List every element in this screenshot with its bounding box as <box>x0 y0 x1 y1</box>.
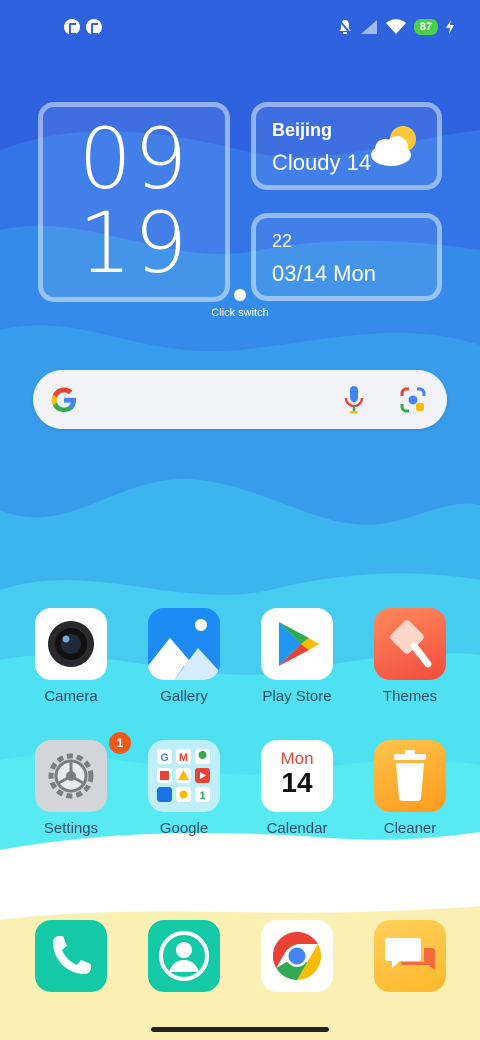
google-folder-icon: G M 1 <box>148 740 220 812</box>
app-notification-icon <box>86 19 102 35</box>
calendar-icon: Mon 14 <box>261 740 333 812</box>
home-indicator[interactable] <box>151 1027 329 1032</box>
svg-text:G: G <box>160 752 169 764</box>
svg-text:M: M <box>179 752 188 764</box>
app-label: Themes <box>382 688 438 705</box>
battery-icon: 87 <box>413 19 438 35</box>
gallery-icon <box>148 608 220 680</box>
app-label: Calendar <box>266 820 328 837</box>
charging-icon <box>446 20 454 34</box>
app-notification-icon <box>64 19 80 35</box>
app-themes[interactable]: Themes <box>358 608 462 706</box>
app-label: Camera <box>44 688 98 705</box>
google-logo-icon <box>51 387 76 412</box>
partly-cloudy-icon <box>371 126 416 166</box>
camera-icon <box>35 608 107 680</box>
date-widget[interactable]: 22 03/14 Mon <box>251 213 442 301</box>
app-label: Gallery <box>160 688 208 705</box>
google-search-bar[interactable] <box>33 370 447 429</box>
signal-icon <box>360 20 377 34</box>
messages-icon[interactable] <box>374 920 446 992</box>
widget-page-dot[interactable] <box>234 289 246 301</box>
app-label: Google <box>159 820 209 837</box>
contacts-icon[interactable] <box>148 920 220 992</box>
app-label: Settings <box>43 820 99 837</box>
cleaner-icon <box>374 740 446 812</box>
app-calendar[interactable]: Mon 14 Calendar <box>245 740 349 838</box>
status-bar: 87 <box>0 0 480 54</box>
phone-icon[interactable] <box>35 920 107 992</box>
app-settings[interactable]: 1 Settings <box>19 732 131 838</box>
app-gallery[interactable]: Gallery <box>132 608 236 706</box>
click-switch-label[interactable]: Click switch <box>180 307 300 319</box>
themes-icon <box>374 608 446 680</box>
date-full: 03/14 Mon <box>272 261 376 286</box>
weather-widget[interactable]: Beijing Cloudy 14 <box>251 102 442 190</box>
svg-text:1: 1 <box>199 790 205 802</box>
app-cleaner[interactable]: Cleaner <box>358 740 462 838</box>
mute-icon <box>337 19 352 35</box>
play-store-icon <box>261 608 333 680</box>
clock-minutes: 19 <box>78 194 190 292</box>
calendar-icon-day-name: Mon <box>280 749 314 768</box>
app-google-folder[interactable]: G M 1 Google <box>132 740 236 838</box>
mic-icon[interactable] <box>343 385 365 415</box>
app-play-store[interactable]: Play Store <box>245 608 349 706</box>
notification-badge: 1 <box>109 732 131 754</box>
app-label: Play Store <box>262 688 332 705</box>
app-camera[interactable]: Camera <box>19 608 123 706</box>
settings-icon <box>35 740 107 812</box>
lens-camera-icon[interactable] <box>399 386 427 414</box>
wifi-icon <box>385 19 406 34</box>
chrome-icon[interactable] <box>261 920 333 992</box>
clock-hours: 09 <box>78 110 190 208</box>
clock-widget[interactable]: 09 19 <box>38 102 230 302</box>
date-day: 22 <box>272 231 293 251</box>
calendar-icon-day-number: 14 <box>281 767 313 798</box>
app-label: Cleaner <box>383 820 437 837</box>
